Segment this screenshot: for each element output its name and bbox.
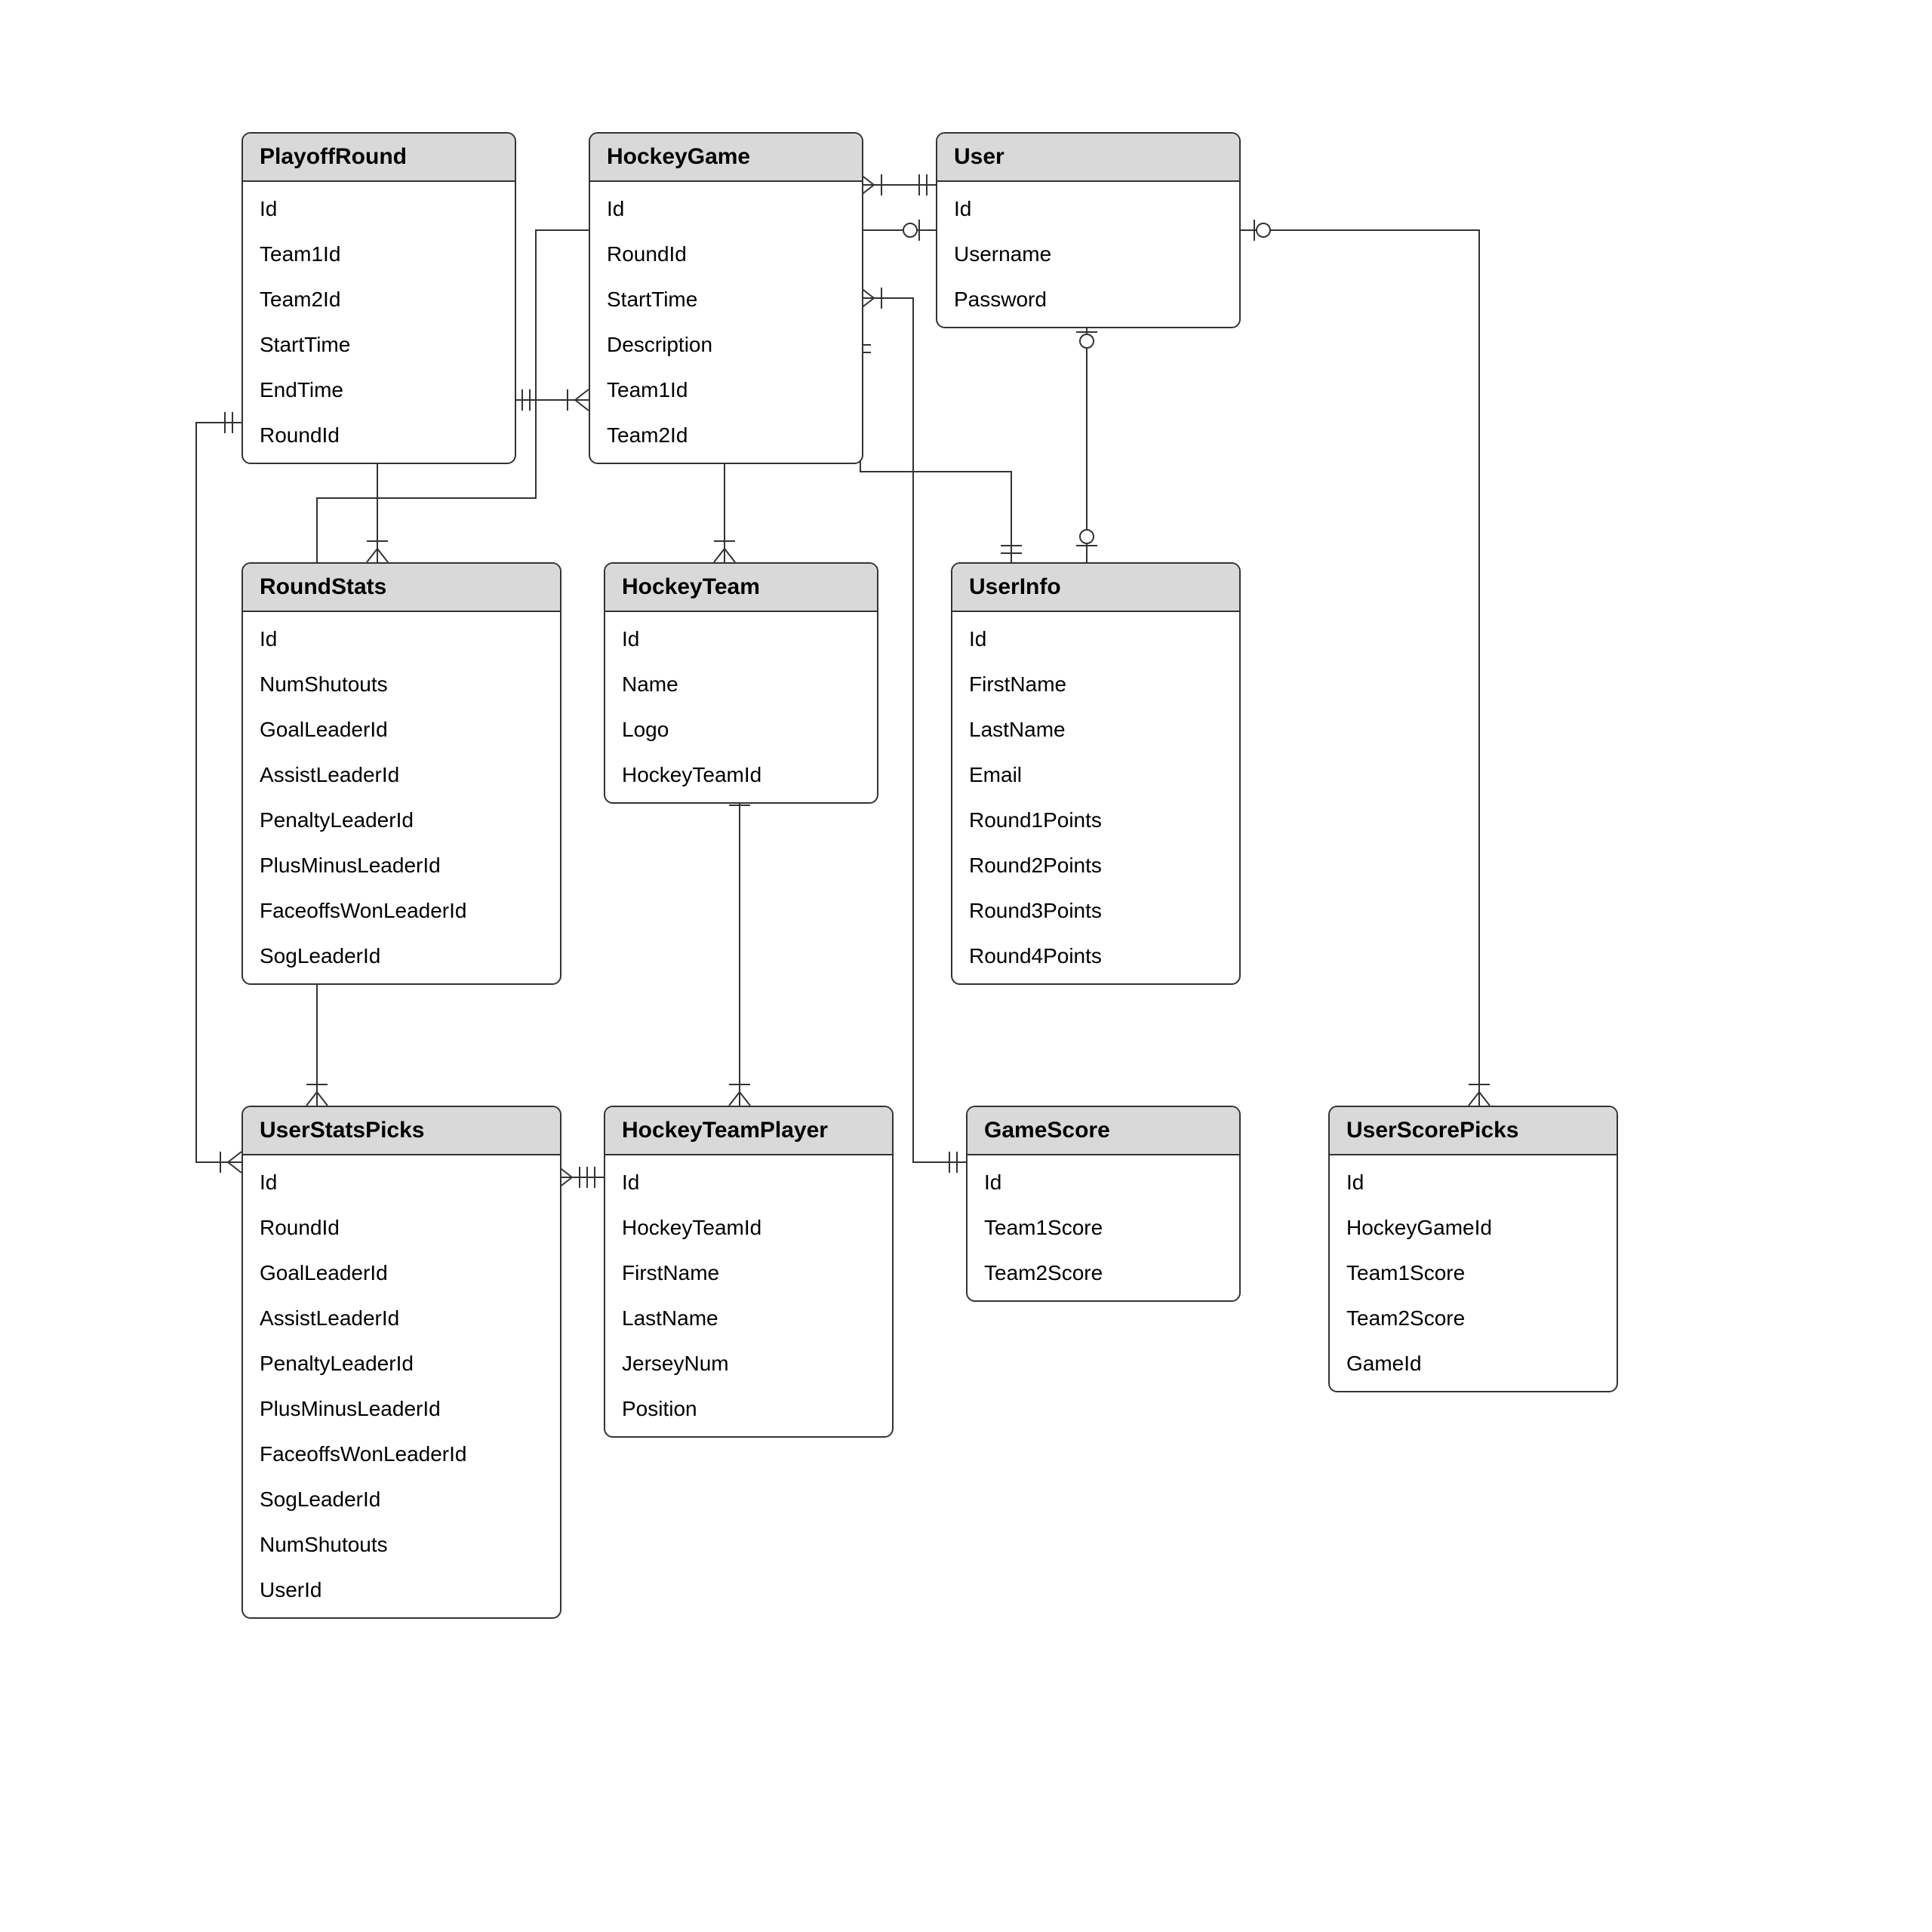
entity-field: Round1Points (952, 798, 1239, 843)
entity-field: Team1Score (968, 1205, 1239, 1251)
entity-field: GoalLeaderId (243, 707, 560, 752)
entity-field: RoundId (243, 1205, 560, 1251)
entity-field: RoundId (590, 232, 862, 277)
entity-gamescore: GameScore IdTeam1ScoreTeam2Score (966, 1106, 1241, 1302)
entity-field: Team2Score (1330, 1296, 1617, 1341)
entity-field: PenaltyLeaderId (243, 798, 560, 843)
entity-field: Position (605, 1386, 892, 1432)
entity-field: SogLeaderId (243, 1477, 560, 1522)
entity-hockeyteamplayer: HockeyTeamPlayer IdHockeyTeamIdFirstNameL… (604, 1106, 894, 1438)
entity-roundstats: RoundStats IdNumShutoutsGoalLeaderIdAssis… (242, 562, 561, 985)
entity-field: SogLeaderId (243, 934, 560, 979)
entity-field: RoundId (243, 413, 515, 458)
relationship-line (1238, 230, 1479, 1106)
entity-field: LastName (605, 1296, 892, 1341)
entity-title: PlayoffRound (243, 134, 515, 182)
entity-field: Description (590, 322, 862, 368)
entity-title: HockeyTeam (605, 564, 877, 612)
entity-field: HockeyGameId (1330, 1205, 1617, 1251)
entity-field: Id (243, 617, 560, 662)
entity-field: AssistLeaderId (243, 752, 560, 798)
entity-field: NumShutouts (243, 662, 560, 707)
relationship-line (196, 423, 242, 1162)
entity-title: User (937, 134, 1239, 182)
entity-field: HockeyTeamId (605, 752, 877, 798)
entity-field: Id (952, 617, 1239, 662)
entity-userscorepicks: UserScorePicks IdHockeyGameIdTeam1ScoreTe… (1328, 1106, 1618, 1392)
entity-title: HockeyGame (590, 134, 862, 182)
entity-field: GoalLeaderId (243, 1251, 560, 1296)
entity-field: LastName (952, 707, 1239, 752)
entity-field: Id (968, 1160, 1239, 1205)
entity-title: UserScorePicks (1330, 1107, 1617, 1155)
entity-field: AssistLeaderId (243, 1296, 560, 1341)
entity-title: GameScore (968, 1107, 1239, 1155)
entity-field: PlusMinusLeaderId (243, 1386, 560, 1432)
entity-field: Id (937, 186, 1239, 232)
entity-field: PenaltyLeaderId (243, 1341, 560, 1386)
entity-field: Id (243, 1160, 560, 1205)
entity-field: Team1Score (1330, 1251, 1617, 1296)
entity-field: Password (937, 277, 1239, 322)
entity-field: UserId (243, 1567, 560, 1613)
entity-field: Logo (605, 707, 877, 752)
entity-field: Team2Id (590, 413, 862, 458)
entity-hockeygame: HockeyGameIdRoundIdStartTimeDescriptionT… (589, 132, 863, 464)
entity-field: JerseyNum (605, 1341, 892, 1386)
entity-field: Round3Points (952, 888, 1239, 934)
entity-userstatspicks: UserStatsPicks IdRoundIdGoalLeaderIdAssis… (242, 1106, 561, 1619)
entity-title: RoundStats (243, 564, 560, 612)
entity-field: Username (937, 232, 1239, 277)
entity-field: Id (605, 617, 877, 662)
entity-field: Id (243, 186, 515, 232)
entity-field: Id (590, 186, 862, 232)
entity-playoffround: PlayoffRoundIdTeam1IdTeam2IdStartTimeEnd… (242, 132, 516, 464)
entity-field: FaceoffsWonLeaderId (243, 888, 560, 934)
entity-field: FirstName (605, 1251, 892, 1296)
entity-title: HockeyTeamPlayer (605, 1107, 892, 1155)
entity-field: GameId (1330, 1341, 1617, 1386)
entity-field: Name (605, 662, 877, 707)
entity-field: Id (1330, 1160, 1617, 1205)
entity-field: FaceoffsWonLeaderId (243, 1432, 560, 1477)
relationship-line (860, 336, 1011, 562)
entity-field: Team1Id (243, 232, 515, 277)
entity-user: UserIdUsernamePassword (936, 132, 1241, 328)
entity-field: NumShutouts (243, 1522, 560, 1567)
entity-field: Team1Id (590, 368, 862, 413)
entity-title: UserInfo (952, 564, 1239, 612)
entity-field: Round4Points (952, 934, 1239, 979)
entity-field: Team2Id (243, 277, 515, 322)
entity-field: PlusMinusLeaderId (243, 843, 560, 888)
entity-field: Id (605, 1160, 892, 1205)
entity-field: Round2Points (952, 843, 1239, 888)
entity-field: EndTime (243, 368, 515, 413)
entity-field: Email (952, 752, 1239, 798)
entity-field: HockeyTeamId (605, 1205, 892, 1251)
entity-field: FirstName (952, 662, 1239, 707)
entity-title: UserStatsPicks (243, 1107, 560, 1155)
entity-field: StartTime (590, 277, 862, 322)
entity-field: StartTime (243, 322, 515, 368)
entity-field: Team2Score (968, 1251, 1239, 1296)
entity-hockeyteam: HockeyTeamIdNameLogoHockeyTeamId (604, 562, 878, 804)
entity-userinfo: UserInfo IdFirstNameLastNameEmailRound1Po… (951, 562, 1241, 985)
